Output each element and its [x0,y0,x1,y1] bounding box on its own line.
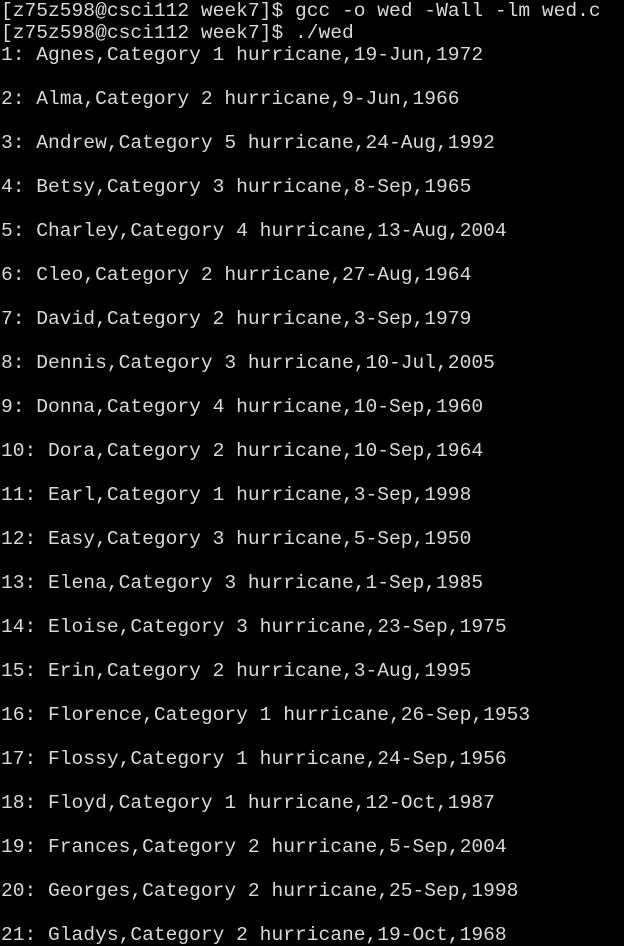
shell-prompt: [z75z598@csci112 week7]$ [1,0,284,22]
output-line: 11: Earl,Category 1 hurricane,3-Sep,1998 [1,484,472,506]
output-line: 19: Frances,Category 2 hurricane,5-Sep,2… [1,836,507,858]
output-line: 20: Georges,Category 2 hurricane,25-Sep,… [1,880,519,902]
output-line: 10: Dora,Category 2 hurricane,10-Sep,196… [1,440,484,462]
output-line: 7: David,Category 2 hurricane,3-Sep,1979 [1,308,472,330]
output-line: 3: Andrew,Category 5 hurricane,24-Aug,19… [1,132,495,154]
shell-prompt: [z75z598@csci112 week7]$ [1,22,284,44]
command-text: gcc -o wed -Wall -lm wed.c [294,0,601,22]
output-line: 12: Easy,Category 3 hurricane,5-Sep,1950 [1,528,472,550]
output-line: 14: Eloise,Category 3 hurricane,23-Sep,1… [1,616,507,638]
output-line: 9: Donna,Category 4 hurricane,10-Sep,196… [1,396,484,418]
output-line: 6: Cleo,Category 2 hurricane,27-Aug,1964 [1,264,472,286]
output-line: 13: Elena,Category 3 hurricane,1-Sep,198… [1,572,484,594]
output-line: 16: Florence,Category 1 hurricane,26-Sep… [1,704,531,726]
terminal-window[interactable]: [z75z598@csci112 week7]$ gcc -o wed -Wal… [0,0,624,946]
output-line: 1: Agnes,Category 1 hurricane,19-Jun,197… [1,44,484,66]
output-line: 21: Gladys,Category 2 hurricane,19-Oct,1… [1,924,507,946]
output-line: 17: Flossy,Category 1 hurricane,24-Sep,1… [1,748,507,770]
output-line: 15: Erin,Category 2 hurricane,3-Aug,1995 [1,660,472,682]
command-line: [z75z598@csci112 week7]$ gcc -o wed -Wal… [0,0,624,22]
output-line: 4: Betsy,Category 3 hurricane,8-Sep,1965 [1,176,472,198]
output-line: 5: Charley,Category 4 hurricane,13-Aug,2… [1,220,507,242]
output-line: 8: Dennis,Category 3 hurricane,10-Jul,20… [1,352,495,374]
command-text: ./wed [294,22,354,44]
output-line: 2: Alma,Category 2 hurricane,9-Jun,1966 [1,88,460,110]
command-line: [z75z598@csci112 week7]$ ./wed [0,22,624,44]
output-line: 18: Floyd,Category 1 hurricane,12-Oct,19… [1,792,495,814]
